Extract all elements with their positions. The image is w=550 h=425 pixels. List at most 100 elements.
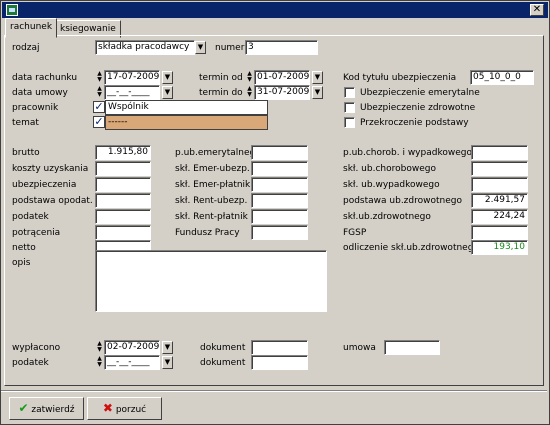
data-rachunku-field[interactable]: 17-07-2009 [104,70,160,85]
cross-icon: ✖ [102,401,113,415]
dokument-wyplacono-field[interactable] [251,340,308,355]
data-umowy-spinner[interactable]: ▲ ▼ [96,86,103,99]
opis-textarea[interactable] [95,250,327,312]
app-icon [6,4,18,16]
pracownik-checkbox[interactable]: ✓ [93,101,105,113]
col2-label: skł. Rent-płatnik [175,212,248,222]
checkmark-icon: ✔ [18,401,29,415]
dokument-podatek-field[interactable] [251,355,308,370]
umowa-label: umowa [343,343,376,353]
chevron-down-icon: ▼ [164,88,171,96]
col3-label: skł.ub.zdrowotnego [343,212,431,222]
skl-emer-ubezp-field[interactable] [251,161,308,176]
data-umowy-field[interactable]: __-__-____ [104,85,160,100]
col1-label: ubezpieczenia [12,180,77,190]
kod-tytulu-field[interactable]: 05_10_0_0 [470,70,534,85]
wyplacono-calendar-button[interactable]: ▼ [162,341,173,354]
col3-label: p.ub.chorob. i wypadkowego [343,148,472,158]
col3-label: FGSP [343,228,367,238]
col2-label: Fundusz Pracy [175,228,240,238]
podstawa-opodat-field[interactable] [95,193,151,208]
termin-od-calendar-button[interactable]: ▼ [312,71,323,84]
rodzaj-select[interactable]: składka pracodawcy [95,40,195,55]
col3-label: skł. ub.chorobowego [343,164,436,174]
porzuc-button[interactable]: ✖ porzuć [87,397,162,420]
wyplacono-spinner[interactable]: ▲ ▼ [96,341,103,354]
dokument-label: dokument [200,343,246,353]
pracownik-label: pracownik [12,103,59,113]
skl-rent-platnik-field[interactable] [251,209,308,224]
przekroczenie-podstawy-label: Przekroczenie podstawy [360,118,469,128]
numer-field[interactable]: 3 [245,40,318,55]
close-button[interactable]: ✕ [530,4,544,16]
close-icon: ✕ [532,4,542,15]
skl-ub-zdrowotnego-field[interactable]: 224,24 [471,209,528,224]
podatek-date-calendar-button[interactable]: ▼ [162,356,173,369]
col1-label: podatek [12,212,49,222]
col3-label: odliczenie skł.ub.zdrowotnego [343,243,479,253]
col3-label: skł. ub.wypadkowego [343,180,440,190]
ubezpieczenie-emerytalne-checkbox[interactable] [344,87,355,98]
temat-checkbox[interactable]: ✓ [93,116,105,128]
p-ub-emerytalnego-field[interactable] [251,145,308,160]
data-umowy-calendar-button[interactable]: ▼ [162,86,173,99]
chevron-down-icon: ▼ [197,43,204,51]
brutto-field[interactable]: 1.915,80 [95,145,151,160]
opis-label: opis [12,258,31,268]
umowa-field[interactable] [384,340,440,355]
ubezpieczenie-zdrowotne-checkbox[interactable] [344,102,355,113]
separator [1,390,547,392]
odliczenie-skl-ub-zdrowotnego-field[interactable]: 193,10 [471,240,528,255]
potracenia-field[interactable] [95,225,151,240]
data-umowy-label: data umowy [12,88,68,98]
podatek-date-label: podatek [12,358,49,368]
col1-label: potrącenia [12,228,61,238]
chevron-down-icon: ▼ [314,88,321,96]
termin-do-spinner[interactable]: ▲ ▼ [246,86,253,99]
termin-od-field[interactable]: 01-07-2009 [254,70,310,85]
col2-label: p.ub.emerytalnego [175,148,261,158]
temat-field[interactable]: ------ [105,115,268,130]
p-ub-chorob-field[interactable] [471,145,528,160]
ubezpieczenia-field[interactable] [95,177,151,192]
col1-label: brutto [12,148,40,158]
dokument-label: dokument [200,358,246,368]
tab-rachunek[interactable]: rachunek [5,18,58,38]
col2-label: skł. Emer-płatnik [175,180,251,190]
col3-label: podstawa ub.zdrowotnego [343,196,462,206]
rodzaj-dropdown-button[interactable]: ▼ [195,41,206,54]
termin-do-calendar-button[interactable]: ▼ [312,86,323,99]
temat-label: temat [12,118,39,128]
skl-emer-platnik-field[interactable] [251,177,308,192]
kod-tytulu-label: Kod tytułu ubezpieczenia [343,73,457,83]
zatwierdz-label: zatwierdź [31,405,75,415]
ubezpieczenie-emerytalne-label: Ubezpieczenie emerytalne [360,88,480,98]
skl-ub-wypadkowego-field[interactable] [471,177,528,192]
col2-label: skł. Emer-ubezp. [175,164,250,174]
data-rachunku-spinner[interactable]: ▲ ▼ [96,71,103,84]
podatek-field[interactable] [95,209,151,224]
fgsp-field[interactable] [471,225,528,240]
fundusz-pracy-field[interactable] [251,225,308,240]
col1-label: koszty uzyskania [12,164,89,174]
wyplacono-field[interactable]: 02-07-2009 [104,340,160,355]
pracownik-field[interactable]: Wspólnik [105,100,268,115]
koszty-uzyskania-field[interactable] [95,161,151,176]
rodzaj-label: rodzaj [12,43,40,53]
termin-do-label: termin do [199,88,243,98]
wyplacono-label: wypłacono [12,343,61,353]
data-rachunku-label: data rachunku [12,73,78,83]
chevron-down-icon: ▼ [164,358,171,366]
termin-do-field[interactable]: 31-07-2009 [254,85,310,100]
podatek-date-field[interactable]: __-__-____ [104,355,160,370]
chevron-down-icon: ▼ [164,343,171,351]
skl-rent-ubezp-field[interactable] [251,193,308,208]
data-rachunku-calendar-button[interactable]: ▼ [162,71,173,84]
col1-label: podstawa opodat. [12,196,93,206]
przekroczenie-podstawy-checkbox[interactable] [344,117,355,128]
podatek-date-spinner[interactable]: ▲ ▼ [96,356,103,369]
podstawa-ub-zdrowotnego-field[interactable]: 2.491,57 [471,193,528,208]
termin-od-spinner[interactable]: ▲ ▼ [246,71,253,84]
zatwierdz-button[interactable]: ✔ zatwierdź [9,397,84,420]
skl-ub-chorobowego-field[interactable] [471,161,528,176]
